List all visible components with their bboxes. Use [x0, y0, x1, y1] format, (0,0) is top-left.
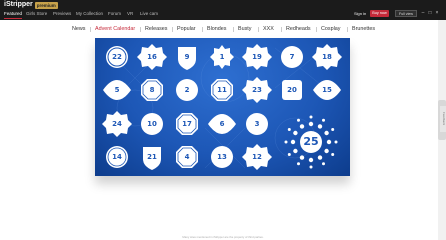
day-number: 4 — [184, 153, 190, 161]
day-14-door[interactable]: 14 — [99, 142, 135, 172]
day-number: 9 — [184, 53, 190, 61]
day-13-door[interactable]: 13 — [204, 142, 240, 172]
day-12-door[interactable]: 12 — [239, 142, 275, 172]
day-1-door[interactable]: 1 — [204, 42, 240, 72]
day-number: 5 — [114, 86, 120, 94]
day-21-door[interactable]: 21 — [134, 142, 170, 172]
day-5-door[interactable]: 5 — [99, 75, 135, 105]
minimize-icon[interactable]: – — [420, 10, 426, 17]
maximize-icon[interactable]: □ — [427, 10, 433, 17]
day-3-door[interactable]: 3 — [239, 109, 275, 139]
advent-calendar-grid: 22 16 9 1 19 7 18 5 8 2 11 23 20 15 24 1… — [95, 38, 350, 176]
category-advent-calendar[interactable]: Advent Calendar — [95, 26, 135, 32]
separator — [281, 27, 282, 32]
separator — [347, 27, 348, 32]
day-number: 15 — [322, 86, 332, 94]
istripper-logo[interactable]: iStripper premium — [4, 1, 58, 10]
separator — [258, 27, 259, 32]
day-number: 19 — [252, 53, 262, 61]
separator — [202, 27, 203, 32]
day-number: 2 — [184, 86, 190, 94]
day-number: 6 — [219, 120, 225, 128]
day-number: 3 — [254, 120, 260, 128]
day-number: 10 — [147, 120, 157, 128]
separator — [140, 27, 141, 32]
buy-now-button[interactable]: Buy now — [370, 10, 389, 17]
day-22-door[interactable]: 22 — [99, 42, 135, 72]
day-number: 18 — [322, 53, 332, 61]
close-icon[interactable]: × — [434, 10, 440, 17]
category-brunettes[interactable]: Brunettes — [352, 26, 375, 32]
day-number: 16 — [147, 53, 157, 61]
category-cosplay[interactable]: Cosplay — [321, 26, 340, 32]
footer-text: Many sites mentioned in iStripper are th… — [182, 235, 264, 239]
day-number: 1 — [219, 53, 225, 61]
category-redheads[interactable]: Redheads — [286, 26, 311, 32]
day-24-door[interactable]: 24 — [99, 109, 135, 139]
day-10-door[interactable]: 10 — [134, 109, 170, 139]
separator — [316, 27, 317, 32]
category-popular[interactable]: Popular — [177, 26, 196, 32]
top-bar: iStripper premium Featured Girls Store Pr… — [0, 0, 446, 20]
day-19-door[interactable]: 19 — [239, 42, 275, 72]
day-16-door[interactable]: 16 — [134, 42, 170, 72]
day-number: 12 — [252, 153, 262, 161]
active-nav-indicator — [4, 18, 22, 19]
day-11-door[interactable]: 11 — [204, 75, 240, 105]
category-bar: News Advent Calendar Releases Popular Bl… — [0, 25, 446, 35]
day-7-door[interactable]: 7 — [274, 42, 310, 72]
sign-in-link[interactable]: Sign in — [354, 11, 366, 16]
nav-featured[interactable]: Featured — [4, 11, 22, 16]
nav-vr[interactable]: VR — [127, 11, 133, 16]
day-number: 23 — [252, 86, 262, 94]
separator — [172, 27, 173, 32]
brand-name: iStripper — [4, 1, 33, 8]
day-9-door[interactable]: 9 — [169, 42, 205, 72]
category-blondes[interactable]: Blondes — [207, 26, 226, 32]
day-4-door[interactable]: 4 — [169, 142, 205, 172]
feedback-tab[interactable]: Feedback — [440, 106, 446, 132]
day-6-door[interactable]: 6 — [204, 109, 240, 139]
nav-forum[interactable]: Forum — [108, 11, 121, 16]
day-number: 14 — [112, 153, 122, 161]
category-releases[interactable]: Releases — [145, 26, 167, 32]
day-15-door[interactable]: 15 — [309, 75, 345, 105]
category-news[interactable]: News — [72, 26, 85, 32]
category-xxx[interactable]: XXX — [263, 26, 274, 32]
nav-previews[interactable]: Previews — [53, 11, 71, 16]
day-20-door[interactable]: 20 — [274, 75, 310, 105]
day-number: 21 — [147, 153, 157, 161]
day-number: 7 — [289, 53, 295, 61]
nav-live-cam[interactable]: Live cam — [140, 11, 158, 16]
day-number: 22 — [112, 53, 122, 61]
nav-girls-store[interactable]: Girls Store — [26, 11, 47, 16]
separator — [233, 27, 234, 32]
day-number: 17 — [182, 120, 192, 128]
day-25-door[interactable]: 25 — [281, 112, 341, 172]
nav-my-collection[interactable]: My Collection — [76, 11, 103, 16]
category-busty[interactable]: Busty — [238, 26, 251, 32]
day-8-door[interactable]: 8 — [134, 75, 170, 105]
day-18-door[interactable]: 18 — [309, 42, 345, 72]
separator — [90, 27, 91, 32]
day-number: 11 — [217, 86, 227, 94]
day-23-door[interactable]: 23 — [239, 75, 275, 105]
day-number: 25 — [303, 135, 319, 148]
premium-badge: premium — [34, 2, 58, 9]
day-number: 13 — [217, 153, 227, 161]
day-2-door[interactable]: 2 — [169, 75, 205, 105]
day-number: 24 — [112, 120, 122, 128]
view-mode-button[interactable]: Full view — [395, 10, 417, 17]
view-mode-label: Full view — [399, 12, 413, 16]
day-17-door[interactable]: 17 — [169, 109, 205, 139]
day-number: 20 — [287, 86, 297, 94]
day-number: 8 — [149, 86, 155, 94]
